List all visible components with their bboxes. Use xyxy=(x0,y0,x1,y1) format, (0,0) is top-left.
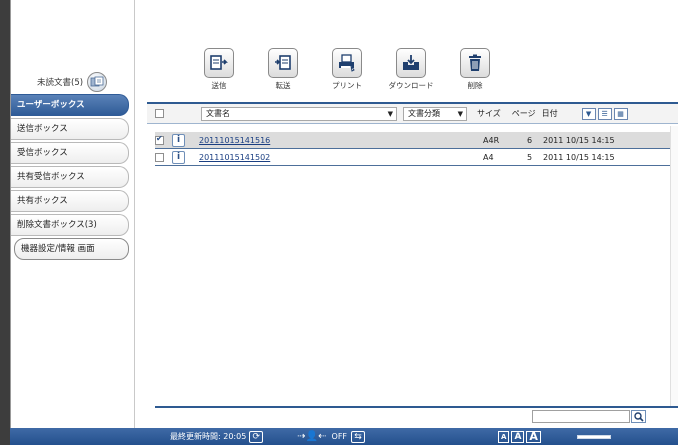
info-icon[interactable]: i xyxy=(172,133,185,147)
search-box xyxy=(532,410,646,423)
download-label: ダウンロード xyxy=(388,81,434,90)
download-button[interactable]: ダウンロード xyxy=(379,48,443,91)
table-row[interactable]: i 20111015141516 A4R 6 2011 10/15 14:15 xyxy=(155,132,678,149)
transfer-button[interactable]: 転送 xyxy=(251,48,315,91)
docname-column-label: 文書名 xyxy=(206,109,230,118)
chevron-down-icon: ▼ xyxy=(387,109,393,118)
delete-label: 削除 xyxy=(467,81,483,90)
vertical-scrollbar[interactable] xyxy=(670,126,678,406)
list-view-icon[interactable]: ☰ xyxy=(597,107,612,120)
print-label: プリント xyxy=(332,81,362,90)
device-settings-button[interactable]: 機器設定/情報 画面 xyxy=(14,238,129,260)
progress-bar xyxy=(576,434,611,439)
docname-sort-select[interactable]: 文書名 ▼ xyxy=(201,106,397,121)
document-pages: 6 xyxy=(527,135,533,145)
search-input[interactable] xyxy=(532,410,630,423)
sidebar-item-receive-box[interactable]: 受信ボックス xyxy=(11,142,129,164)
document-size: A4R xyxy=(483,135,500,145)
info-icon[interactable]: i xyxy=(172,150,185,164)
lock-user-icon: ⇢👤⇠ xyxy=(297,431,327,442)
document-list: i 20111015141516 A4R 6 2011 10/15 14:15 … xyxy=(155,132,678,166)
unread-documents[interactable]: 未読文書(5) xyxy=(37,72,108,92)
unread-label: 未読文書(5) xyxy=(37,78,84,88)
box-navigation: ユーザーボックス 送信ボックス 受信ボックス 共有受信ボックス 共有ボックス 削… xyxy=(11,94,135,262)
font-size-large-button[interactable]: A xyxy=(526,430,541,443)
toggle-icon[interactable]: ⇆ xyxy=(351,430,366,443)
refresh-icon[interactable]: ⟳ xyxy=(249,430,264,443)
font-size-small-button[interactable]: A xyxy=(498,430,510,443)
select-all-checkbox[interactable] xyxy=(155,109,164,118)
sidebar-item-user-box[interactable]: ユーザーボックス xyxy=(11,94,129,116)
transfer-label: 転送 xyxy=(275,81,291,90)
document-name-link[interactable]: 20111015141516 xyxy=(199,136,483,145)
sidebar-item-deleted-box[interactable]: 削除文書ボックス(3) xyxy=(11,214,129,236)
document-date: 2011 10/15 14:15 xyxy=(543,152,615,162)
divider xyxy=(155,406,678,408)
chevron-down-icon: ▼ xyxy=(457,109,463,118)
grid-view-icon[interactable]: ▦ xyxy=(613,107,628,120)
document-size: A4 xyxy=(483,152,494,162)
trash-icon[interactable] xyxy=(460,48,490,78)
send-button[interactable]: 送信 xyxy=(187,48,251,91)
delete-button[interactable]: 削除 xyxy=(443,48,507,91)
print-button[interactable]: プリント xyxy=(315,48,379,91)
pages-column-header: ページ xyxy=(511,109,536,118)
action-toolbar: 送信 転送 プリント ダウンロード 削除 xyxy=(187,48,507,91)
row-checkbox[interactable] xyxy=(155,134,164,145)
download-icon[interactable] xyxy=(396,48,426,78)
sidebar: 未読文書(5) ユーザーボックス 送信ボックス 受信ボックス 共有受信ボックス … xyxy=(11,0,135,428)
sidebar-item-shared-box[interactable]: 共有ボックス xyxy=(11,190,129,212)
table-header: 文書名 ▼ 文書分類 ▼ サイズ ページ 日付 ▼ ☰ ▦ xyxy=(147,102,678,124)
table-row[interactable]: i 20111015141502 A4 5 2011 10/15 14:15 xyxy=(155,149,678,166)
category-filter-select[interactable]: 文書分類 ▼ xyxy=(403,106,467,121)
size-column-header: サイズ xyxy=(477,109,501,118)
send-label: 送信 xyxy=(211,81,227,90)
sidebar-item-send-box[interactable]: 送信ボックス xyxy=(11,118,129,140)
font-size-medium-button[interactable]: A xyxy=(511,430,525,443)
transfer-icon[interactable] xyxy=(268,48,298,78)
row-checkbox[interactable] xyxy=(155,152,164,162)
send-icon[interactable] xyxy=(204,48,234,78)
print-icon[interactable] xyxy=(332,48,362,78)
view-dropdown-icon[interactable]: ▼ xyxy=(581,107,596,120)
document-name-link[interactable]: 20111015141502 xyxy=(199,153,483,162)
unread-documents-icon[interactable] xyxy=(87,72,108,92)
lock-status-text: OFF xyxy=(331,432,348,441)
document-date: 2011 10/15 14:15 xyxy=(543,135,615,145)
category-column-label: 文書分類 xyxy=(408,109,440,118)
status-bar: 最終更新時間: 20:05 ⟳ ⇢👤⇠ OFF ⇆ A A A xyxy=(10,428,678,445)
main-window: 未読文書(5) ユーザーボックス 送信ボックス 受信ボックス 共有受信ボックス … xyxy=(10,0,678,428)
last-update-text: 最終更新時間: 20:05 xyxy=(170,432,247,441)
document-pages: 5 xyxy=(527,152,533,162)
sidebar-item-shared-receive-box[interactable]: 共有受信ボックス xyxy=(11,166,129,188)
date-column-header: 日付 xyxy=(541,109,558,118)
search-icon[interactable] xyxy=(631,410,646,423)
